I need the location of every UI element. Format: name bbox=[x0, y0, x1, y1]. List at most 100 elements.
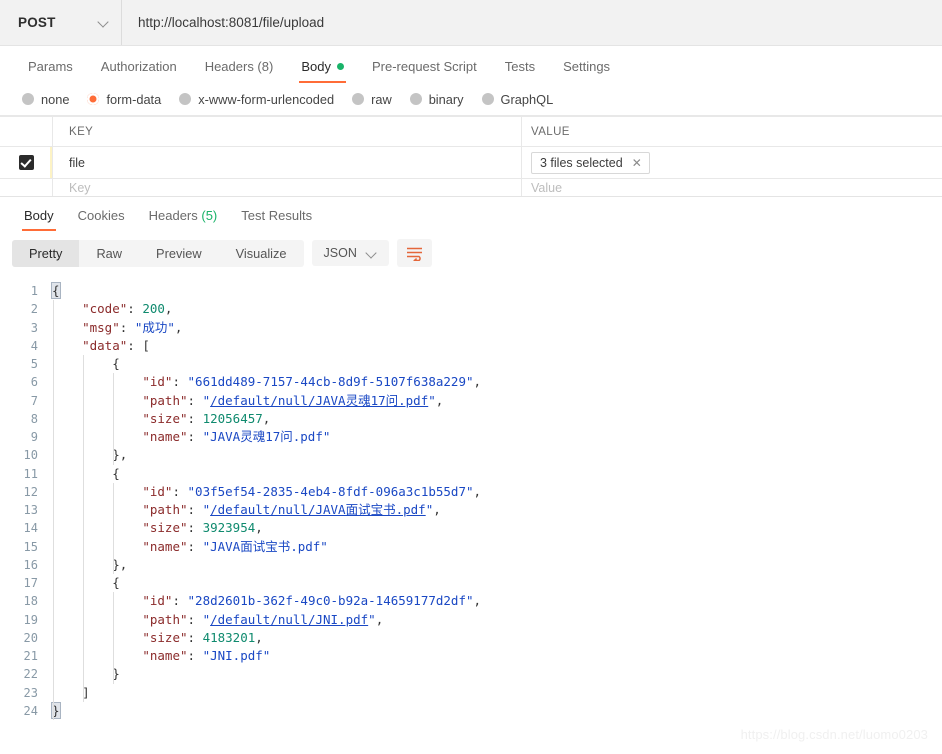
response-tab-cookies[interactable]: Cookies bbox=[66, 208, 137, 231]
response-tab-label: Test Results bbox=[241, 208, 313, 223]
code-line: 6 "id": "661dd489-7157-44cb-8d9f-5107f638… bbox=[0, 373, 942, 391]
row-key-cell[interactable]: file bbox=[53, 147, 522, 178]
radio-icon bbox=[22, 93, 34, 105]
response-tab-body[interactable]: Body bbox=[12, 208, 66, 231]
body-type-label: none bbox=[41, 91, 70, 107]
code-line-text: { bbox=[52, 465, 120, 483]
radio-icon bbox=[87, 93, 100, 105]
files-selected-chip[interactable]: 3 files selected ✕ bbox=[531, 151, 650, 174]
code-token: , bbox=[435, 392, 444, 408]
body-type-x-www-form-urlencoded[interactable]: x-www-form-urlencoded bbox=[179, 92, 334, 107]
code-token: : bbox=[187, 429, 203, 444]
body-type-none[interactable]: none bbox=[22, 92, 69, 107]
code-line: 13 "path": "/default/null/JAVA面试宝书.pdf", bbox=[0, 501, 942, 519]
code-token: 200 bbox=[142, 301, 165, 317]
response-tab-headers[interactable]: Headers (5) bbox=[137, 208, 230, 231]
code-token: , bbox=[473, 374, 482, 390]
code-token: "661dd489-7157-44cb-8d9f-5107f638a229" bbox=[187, 374, 474, 390]
code-line-text: } bbox=[52, 665, 120, 683]
http-method-select[interactable]: POST bbox=[0, 0, 122, 45]
line-number: 23 bbox=[23, 685, 38, 700]
row-enabled-checkbox[interactable] bbox=[18, 155, 34, 170]
body-type-graphql[interactable]: GraphQL bbox=[481, 91, 554, 107]
placeholder-value-cell[interactable]: Value bbox=[522, 179, 942, 196]
code-token: "JAVA灵魂17问.pdf" bbox=[202, 429, 331, 444]
code-link[interactable]: /default/null/JNI.pdf bbox=[210, 612, 368, 627]
request-tab-params[interactable]: Params bbox=[14, 59, 87, 83]
request-tab-tests[interactable]: Tests bbox=[491, 59, 549, 83]
code-token: }, bbox=[112, 556, 128, 572]
table-placeholder-row[interactable]: Key Value bbox=[0, 179, 942, 196]
indent-guide bbox=[113, 482, 115, 574]
code-token: "name" bbox=[142, 429, 188, 444]
response-body-code-viewer[interactable]: 1{2 "code": 200, 3 "msg": "成功", 4 "data": [5{… bbox=[0, 276, 942, 720]
request-url-input[interactable]: http://localhost:8081/file/upload bbox=[122, 0, 942, 45]
code-token: : bbox=[119, 319, 135, 335]
http-method-label: POST bbox=[18, 15, 56, 30]
request-tab-authorization[interactable]: Authorization bbox=[87, 59, 191, 83]
form-data-table: KEY VALUE file 3 files selected ✕ Key Va… bbox=[0, 116, 942, 196]
code-line: 5{ bbox=[0, 355, 942, 373]
view-mode-raw[interactable]: Raw bbox=[79, 240, 139, 267]
code-token: 3923954 bbox=[202, 520, 256, 536]
code-line-text: "id": "03f5ef54-2835-4eb4-8fdf-096a3c1b5… bbox=[52, 483, 481, 501]
line-number: 2 bbox=[30, 302, 38, 317]
code-line-text: "id": "28d2601b-362f-49c0-b92a-14659177d… bbox=[52, 592, 481, 610]
body-type-label: form-data bbox=[106, 91, 162, 107]
response-tab-bar: Body Cookies Headers (5) Test Results bbox=[0, 197, 942, 231]
line-number: 13 bbox=[23, 503, 38, 517]
indent-guide bbox=[113, 592, 115, 684]
response-tab-label: Cookies bbox=[77, 208, 125, 223]
word-wrap-icon bbox=[406, 247, 422, 261]
code-token: [ bbox=[142, 337, 150, 353]
column-header-value: VALUE bbox=[531, 125, 570, 138]
code-line: 24} bbox=[0, 701, 942, 720]
code-link[interactable]: /default/null/JAVA灵魂17问.pdf bbox=[210, 393, 428, 408]
files-selected-label: 3 files selected bbox=[540, 155, 623, 170]
word-wrap-button[interactable] bbox=[396, 239, 432, 267]
code-line-text: "id": "661dd489-7157-44cb-8d9f-5107f638a… bbox=[52, 373, 481, 391]
line-number: 9 bbox=[30, 430, 38, 444]
line-number: 4 bbox=[30, 338, 38, 353]
code-link[interactable]: /default/null/JAVA面试宝书.pdf bbox=[210, 502, 426, 517]
code-token: : bbox=[187, 410, 203, 426]
close-icon[interactable]: ✕ bbox=[632, 157, 642, 169]
response-tab-label: Body bbox=[24, 208, 54, 223]
code-token: "JNI.pdf" bbox=[202, 648, 271, 663]
body-type-label: raw bbox=[371, 91, 392, 107]
code-token: : bbox=[172, 593, 188, 609]
code-line-text: { bbox=[52, 355, 120, 373]
line-number: 20 bbox=[23, 630, 38, 645]
request-tab-headers-8[interactable]: Headers (8) bbox=[191, 59, 288, 83]
code-line: 21 "name": "JNI.pdf" bbox=[0, 647, 942, 665]
line-number: 10 bbox=[23, 448, 38, 463]
view-mode-pretty[interactable]: Pretty bbox=[12, 239, 80, 267]
code-token: " bbox=[202, 611, 211, 627]
response-language-select[interactable]: JSON bbox=[311, 240, 389, 266]
indent-guide bbox=[53, 300, 54, 720]
code-token: "id" bbox=[142, 593, 173, 609]
request-tab-pre-request-script[interactable]: Pre-request Script bbox=[358, 59, 491, 83]
code-line: 19 "path": "/default/null/JNI.pdf", bbox=[0, 611, 942, 629]
request-tab-body[interactable]: Body bbox=[287, 59, 358, 83]
code-line-text: "path": "/default/null/JAVA面试宝书.pdf", bbox=[52, 501, 440, 519]
body-type-form-data[interactable]: form-data bbox=[87, 92, 161, 107]
code-token: { bbox=[112, 356, 120, 371]
code-line: 11 { bbox=[0, 465, 942, 483]
response-tab-test-results[interactable]: Test Results bbox=[229, 208, 324, 231]
line-number: 17 bbox=[23, 576, 38, 590]
body-type-label: GraphQL bbox=[500, 91, 554, 107]
code-token: : bbox=[127, 337, 143, 353]
body-type-binary[interactable]: binary bbox=[409, 92, 464, 107]
view-mode-visualize[interactable]: Visualize bbox=[219, 240, 304, 267]
body-type-raw[interactable]: raw bbox=[352, 92, 392, 107]
request-tab-settings[interactable]: Settings bbox=[549, 59, 624, 83]
code-token: : bbox=[187, 538, 203, 554]
code-line: 14 "size": 3923954, bbox=[0, 519, 942, 537]
code-line-text: "path": "/default/null/JNI.pdf", bbox=[52, 611, 383, 629]
view-mode-preview[interactable]: Preview bbox=[139, 240, 219, 267]
code-line: 9 "name": "JAVA灵魂17问.pdf" bbox=[0, 428, 942, 446]
code-token: 4183201 bbox=[202, 629, 256, 645]
placeholder-key-cell[interactable]: Key bbox=[53, 179, 522, 196]
line-number: 7 bbox=[30, 393, 38, 408]
